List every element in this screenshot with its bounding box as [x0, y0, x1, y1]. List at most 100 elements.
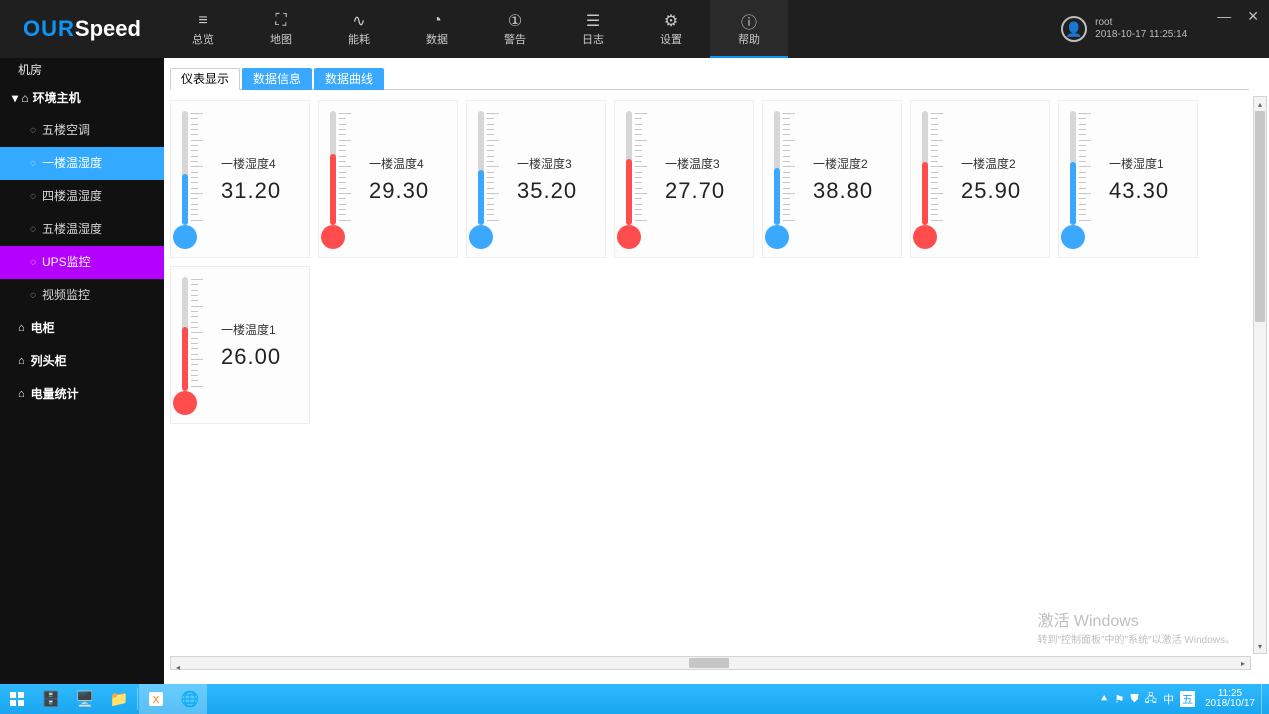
sidebar-group2-2[interactable]: ⌂电量统计 — [0, 378, 164, 411]
sidebar-item-1[interactable]: ◌一楼温湿度 — [0, 147, 164, 180]
topnav-label-3: 数据 — [426, 31, 448, 47]
bullet-icon: ◌ — [30, 180, 36, 213]
vertical-scrollbar[interactable]: ▴ ▾ — [1253, 96, 1267, 654]
sidebar-group2-0[interactable]: ⌂电柜 — [0, 312, 164, 345]
topnav-label-6: 设置 — [660, 31, 682, 47]
gauge-name: 一楼湿度2 — [813, 155, 901, 172]
scroll-left-button[interactable]: ◂ — [171, 662, 185, 674]
thermometer — [319, 101, 367, 257]
gauge-value: 26.00 — [221, 344, 309, 370]
sidebar-item-4[interactable]: ◌UPS监控 — [0, 246, 164, 279]
hscroll-thumb[interactable] — [689, 658, 729, 668]
taskbar-app-1[interactable]: 🗄️ — [34, 684, 68, 714]
gauge-card-2: 一楼湿度335.20 — [466, 100, 606, 258]
scroll-up-button[interactable]: ▴ — [1254, 97, 1266, 111]
gauge-name: 一楼湿度3 — [517, 155, 605, 172]
sidebar-header: 机房 — [0, 58, 164, 82]
taskbar-app-2[interactable]: 🖥️ — [68, 684, 102, 714]
tab-1[interactable]: 数据信息 — [242, 68, 312, 90]
thermo-fill — [774, 168, 780, 225]
topnav-icon-4: ① — [508, 11, 522, 31]
scroll-down-button[interactable]: ▾ — [1254, 639, 1266, 653]
gauge-value: 27.70 — [665, 178, 753, 204]
sidebar-group2-label: 列头柜 — [31, 345, 67, 378]
topnav-item-6[interactable]: ⚙设置 — [632, 0, 710, 58]
gauge-card-3: 一楼温度327.70 — [614, 100, 754, 258]
gauge-card-7: 一楼温度126.00 — [170, 266, 310, 424]
sidebar-group-env[interactable]: ⌂环境主机 — [0, 82, 164, 114]
start-button[interactable] — [0, 684, 34, 714]
sidebar-item-3[interactable]: ◌五楼温湿度 — [0, 213, 164, 246]
taskbar-app-browser[interactable]: 🌐 — [173, 684, 207, 714]
gauge-value: 38.80 — [813, 178, 901, 204]
thermo-tube — [1070, 111, 1076, 225]
minimize-button[interactable]: — — [1217, 8, 1231, 24]
vscroll-track[interactable] — [1254, 111, 1266, 639]
gauge-card-1: 一楼温度429.30 — [318, 100, 458, 258]
horizontal-scrollbar[interactable]: ◂ ▸ — [170, 656, 1251, 670]
topnav-item-2[interactable]: ∿能耗 — [320, 0, 398, 58]
gauge-info: 一楼湿度431.20 — [219, 101, 309, 257]
topnav-item-3[interactable]: ◔数据 — [398, 0, 476, 58]
sidebar-item-5[interactable]: ◌视频监控 — [0, 279, 164, 312]
thermo-fill — [330, 154, 336, 225]
main-area: 仪表显示数据信息数据曲线 一楼湿度431.20一楼温度429.30一楼湿度335… — [164, 58, 1269, 684]
topnav-item-7[interactable]: ⓘ帮助 — [710, 0, 788, 58]
tray-flag-icon[interactable]: ⚑ — [1115, 693, 1125, 706]
xampp-icon: X — [148, 691, 164, 707]
thermo-fill — [626, 159, 632, 225]
user-box[interactable]: 👤 root 2018-10-17 11:25:14 — [1061, 0, 1199, 58]
tab-0[interactable]: 仪表显示 — [170, 68, 240, 90]
topnav-label-2: 能耗 — [348, 31, 370, 47]
topnav-icon-0: ≡ — [198, 11, 207, 31]
thermometer — [911, 101, 959, 257]
gauge-card-5: 一楼温度225.90 — [910, 100, 1050, 258]
gauge-name: 一楼温度4 — [369, 155, 457, 172]
tray-ime-mode[interactable]: 五 — [1180, 691, 1195, 707]
thermo-bulb — [617, 225, 641, 249]
tab-bar: 仪表显示数据信息数据曲线 — [164, 66, 1269, 90]
tray-shield-icon[interactable]: ⛊ — [1130, 693, 1138, 706]
taskbar-clock[interactable]: 11:25 2018/10/17 — [1199, 684, 1261, 714]
bullet-icon: ◌ — [30, 246, 36, 279]
close-button[interactable]: ✕ — [1247, 8, 1259, 25]
vscroll-thumb[interactable] — [1255, 111, 1265, 322]
sidebar-item-2[interactable]: ◌四楼温湿度 — [0, 180, 164, 213]
tray-network-icon[interactable]: 🖧 — [1145, 690, 1157, 709]
brand-speed: Speed — [75, 16, 141, 42]
topnav-icon-6: ⚙ — [664, 11, 678, 31]
gauge-info: 一楼湿度2 38.80 — [811, 101, 901, 257]
brand-logo: OURSpeed — [0, 0, 164, 58]
bullet-icon: ◌ — [30, 147, 36, 180]
scroll-right-button[interactable]: ▸ — [1236, 657, 1250, 669]
topnav-item-4[interactable]: ①警告 — [476, 0, 554, 58]
bullet-icon: ◌ — [30, 279, 36, 312]
sidebar-item-0[interactable]: ◌五楼空调 — [0, 114, 164, 147]
taskbar-separator — [137, 688, 138, 710]
topnav-icon-1: ⛶ — [275, 11, 286, 31]
tray-ime-lang[interactable]: 中 — [1163, 691, 1174, 707]
tab-2[interactable]: 数据曲线 — [314, 68, 384, 90]
avatar-icon: 👤 — [1061, 16, 1087, 42]
sidebar-group2-1[interactable]: ⌂列头柜 — [0, 345, 164, 378]
gauge-value: 31.20 — [221, 178, 309, 204]
thermometer — [763, 101, 811, 257]
thermo-bulb — [173, 391, 197, 415]
sidebar-item-label: 五楼温湿度 — [42, 213, 102, 246]
taskbar-app-explorer[interactable]: 📁 — [102, 684, 136, 714]
app-header: OURSpeed ≡总览⛶地图∿能耗◔数据①警告☰日志⚙设置ⓘ帮助 👤 root… — [0, 0, 1269, 58]
thermo-tube — [922, 111, 928, 225]
topnav-icon-3: ◔ — [432, 11, 442, 31]
content-scroll[interactable]: 一楼湿度431.20一楼温度429.30一楼湿度335.20一楼温度327.70… — [170, 96, 1251, 654]
sidebar-group2-label: 电量统计 — [31, 378, 79, 411]
thermo-tube — [182, 111, 188, 225]
topnav-item-0[interactable]: ≡总览 — [164, 0, 242, 58]
home-icon: ⌂ — [18, 378, 25, 411]
topnav-item-5[interactable]: ☰日志 — [554, 0, 632, 58]
gauge-grid: 一楼湿度431.20一楼温度429.30一楼湿度335.20一楼温度327.70… — [170, 96, 1251, 424]
taskbar-app-xampp[interactable]: X — [139, 684, 173, 714]
show-desktop-button[interactable] — [1261, 684, 1269, 714]
thermo-bulb — [321, 225, 345, 249]
tray-up-icon[interactable]: ⯅ — [1100, 693, 1109, 706]
topnav-item-1[interactable]: ⛶地图 — [242, 0, 320, 58]
